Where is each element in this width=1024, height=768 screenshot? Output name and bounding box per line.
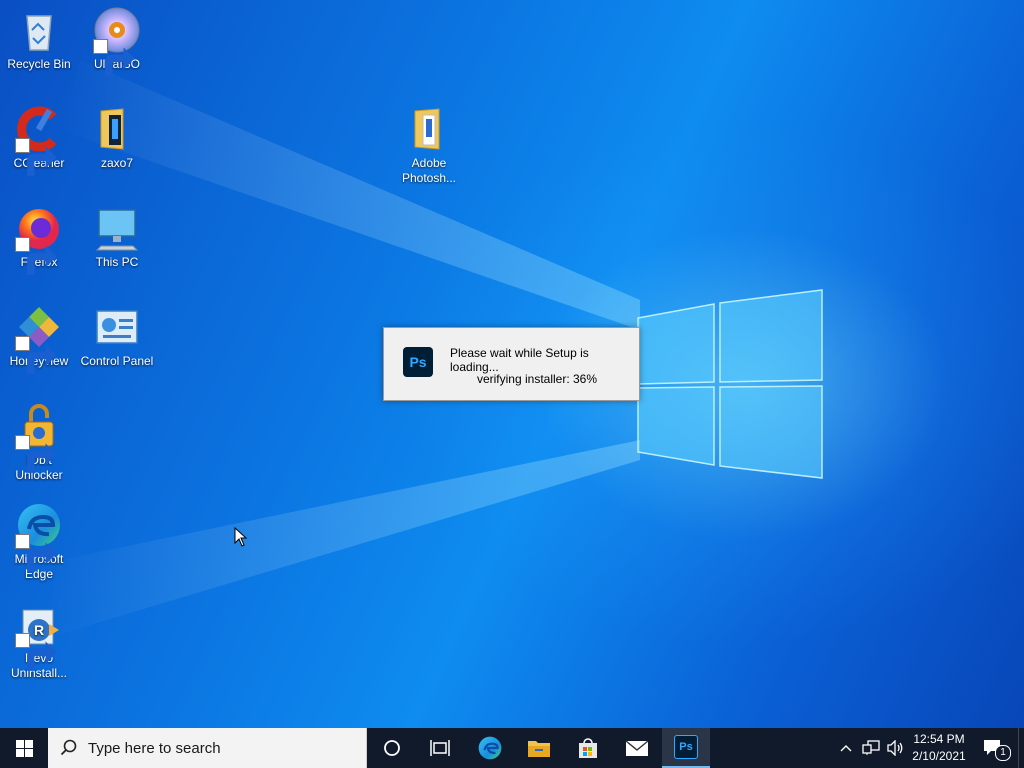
folder-icon [405, 105, 453, 153]
task-view-button[interactable] [416, 728, 464, 768]
ccleaner-icon [15, 105, 63, 176]
desktop-icon-this-pc[interactable]: This PC [79, 198, 155, 270]
computer-monitor-icon [93, 204, 141, 252]
clock-date: 2/10/2021 [912, 749, 966, 763]
desktop-icon-label: Adobe Photosh... [401, 156, 457, 185]
firefox-icon [15, 204, 63, 275]
setup-progress-status: verifying installer: 36% [476, 372, 598, 386]
shortcut-arrow-icon [15, 237, 57, 275]
folder-icon [93, 105, 141, 153]
desktop-icon-zaxo7[interactable]: zaxo7 [79, 99, 155, 171]
taskbar: Type here to search Ps 12:54 PM 2/10/202… [0, 728, 1024, 768]
setup-loading-message: Please wait while Setup is loading... [450, 346, 589, 374]
honeyview-icon [15, 303, 63, 374]
iobit-unlocker-icon [15, 402, 63, 473]
chevron-up-icon [840, 745, 852, 752]
volume-tray-button[interactable] [884, 728, 906, 768]
desktop-icon-label: This PC [95, 255, 139, 269]
store-icon [579, 738, 597, 758]
desktop-icon-label: zaxo7 [100, 156, 134, 170]
recycle-bin-icon [15, 6, 63, 54]
windows-logo-wallpaper [637, 289, 823, 479]
search-placeholder: Type here to search [88, 739, 221, 757]
desktop-icon-firefox[interactable]: Firefox [1, 198, 77, 275]
desktop-icon-revo-uninstaller[interactable]: R Revo Uninstall... [1, 594, 77, 681]
control-panel-icon [93, 303, 141, 351]
volume-icon [887, 740, 903, 756]
clock-button[interactable]: 12:54 PM 2/10/2021 [908, 728, 970, 768]
desktop-background[interactable]: Recycle Bin UltraISO CCleaner zaxo7 Fire… [0, 0, 1024, 728]
desktop-icon-label: Recycle Bin [7, 57, 71, 71]
search-icon [60, 739, 77, 756]
taskbar-photoshop-button[interactable]: Ps [662, 728, 710, 768]
start-button[interactable] [0, 728, 48, 768]
shortcut-arrow-icon [15, 435, 57, 473]
task-view-icon [430, 740, 450, 756]
shortcut-arrow-icon [93, 39, 135, 77]
desktop-icon-microsoft-edge[interactable]: Microsoft Edge [1, 495, 77, 582]
desktop-icon-iobit-unlocker[interactable]: IObit Unlocker [1, 396, 77, 483]
network-icon [862, 740, 880, 755]
mouse-cursor-icon [234, 527, 248, 547]
edge-icon [478, 736, 502, 760]
ultraiso-disc-icon [93, 6, 141, 77]
clock-time: 12:54 PM [913, 732, 965, 746]
desktop-icon-control-panel[interactable]: Control Panel [79, 297, 155, 369]
desktop-icon-ultraiso[interactable]: UltraISO [79, 0, 155, 77]
desktop-icon-ccleaner[interactable]: CCleaner [1, 99, 77, 176]
file-explorer-icon [528, 741, 550, 757]
shortcut-arrow-icon [15, 138, 57, 176]
desktop-icon-recycle-bin[interactable]: Recycle Bin [1, 0, 77, 72]
desktop-icon-adobe-photoshop-folder[interactable]: Adobe Photosh... [391, 99, 467, 186]
revo-uninstaller-icon: R [15, 600, 63, 671]
desktop-icon-honeyview[interactable]: Honeyview [1, 297, 77, 374]
cortana-button[interactable] [368, 728, 416, 768]
taskbar-store-button[interactable] [564, 728, 612, 768]
windows-start-icon [15, 739, 33, 757]
shortcut-arrow-icon [15, 633, 57, 671]
mail-icon [625, 740, 649, 756]
taskbar-search-box[interactable]: Type here to search [48, 728, 367, 768]
shortcut-arrow-icon [15, 534, 57, 572]
show-desktop-button[interactable] [1018, 728, 1024, 768]
notification-count-badge: 1 [995, 745, 1011, 761]
photoshop-setup-loading-dialog: Ps Please wait while Setup is loading...… [383, 327, 640, 401]
taskbar-file-explorer-button[interactable] [515, 728, 563, 768]
show-hidden-icons-button[interactable] [836, 728, 856, 768]
network-tray-button[interactable] [860, 728, 882, 768]
photoshop-icon: Ps [674, 735, 698, 759]
taskbar-edge-button[interactable] [466, 728, 514, 768]
shortcut-arrow-icon [15, 336, 57, 374]
edge-icon [15, 501, 63, 572]
taskbar-mail-button[interactable] [613, 728, 661, 768]
cortana-icon [384, 740, 400, 756]
action-center-button[interactable]: 1 [978, 728, 1011, 768]
desktop-icon-label: Control Panel [80, 354, 154, 368]
